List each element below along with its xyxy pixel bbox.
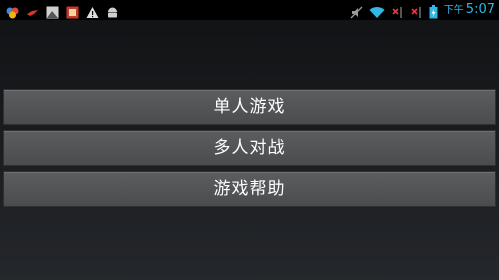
system-status-icons: 下午 5:07 — [350, 2, 495, 18]
battery-icon — [429, 4, 438, 18]
main-menu: 单人游戏 多人对战 游戏帮助 — [3, 89, 496, 212]
app-red-icon — [66, 4, 79, 18]
game-help-button[interactable]: 游戏帮助 — [3, 171, 496, 207]
clock-time: 5:07 — [465, 1, 495, 17]
app-colorful-icon — [6, 4, 19, 18]
wifi-icon — [369, 4, 385, 18]
multiplayer-button[interactable]: 多人对战 — [3, 130, 496, 166]
notification-icons — [6, 3, 119, 18]
mute-icon — [350, 4, 363, 18]
android-icon — [106, 4, 119, 17]
status-bar: 下午 5:07 — [0, 0, 499, 20]
image-icon — [46, 4, 59, 18]
signal-no-service-icon — [410, 4, 423, 18]
game-main-menu-screen: 下午 5:07 单人游戏 多人对战 游戏帮助 — [0, 0, 499, 280]
warning-icon — [86, 4, 99, 18]
clock-period: 下午 — [443, 4, 464, 16]
bird-icon — [26, 4, 39, 17]
status-clock: 下午 5:07 — [444, 2, 495, 19]
signal-no-service-icon — [391, 4, 404, 18]
single-player-button[interactable]: 单人游戏 — [3, 89, 496, 125]
